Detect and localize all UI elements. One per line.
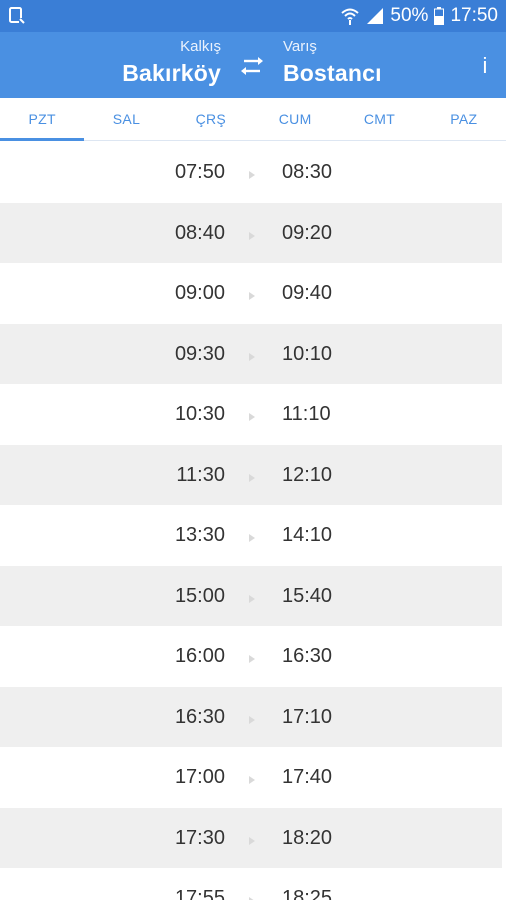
chevron-right-icon <box>248 349 256 361</box>
schedule-row[interactable]: 09:30 10:10 <box>0 323 506 384</box>
schedule-list: 07:50 08:30 08:40 09:20 09:00 09:40 09:30 10:10… <box>0 142 506 900</box>
schedule-row[interactable]: 07:50 08:30 <box>0 142 506 203</box>
chevron-right-icon <box>248 228 256 240</box>
info-button[interactable]: i <box>478 52 492 80</box>
schedule-row[interactable]: 16:30 17:10 <box>0 686 506 747</box>
tab-sal[interactable]: SAL <box>84 98 168 140</box>
chevron-right-icon <box>248 470 256 482</box>
chevron-right-icon <box>248 530 256 542</box>
chevron-right-icon <box>248 893 256 900</box>
battery-icon <box>434 7 445 25</box>
arrival-time: 14:10 <box>282 524 333 546</box>
departure-time: 17:30 <box>174 826 225 849</box>
schedule-row[interactable]: 17:55 18:25 <box>0 868 506 900</box>
departure-time: 16:30 <box>174 705 225 728</box>
arrival-time: 10:10 <box>282 342 333 365</box>
departure-time: 11:30 <box>176 463 225 486</box>
day-tabs: PZT SAL ÇRŞ CUM CMT PAZ <box>0 98 506 141</box>
arrival-time: 09:20 <box>282 221 333 244</box>
schedule-row[interactable]: 10:30 11:10 <box>0 384 506 445</box>
chevron-right-icon <box>248 591 256 603</box>
status-bar: 50% 17:50 <box>0 0 506 32</box>
scrollbar-track <box>502 142 506 900</box>
departure-station[interactable]: Kalkış Bakırköy <box>122 38 221 88</box>
tab-cum[interactable]: CUM <box>253 98 337 140</box>
departure-time: 17:55 <box>174 887 225 900</box>
departure-label: Kalkış <box>180 38 221 55</box>
departure-time: 07:50 <box>174 161 225 183</box>
arrival-time: 09:40 <box>282 282 333 304</box>
tab-paz[interactable]: PAZ <box>422 98 506 140</box>
chevron-right-icon <box>248 772 256 784</box>
arrival-time: 11:10 <box>282 403 331 425</box>
chevron-right-icon <box>248 833 256 845</box>
chevron-right-icon <box>248 288 256 300</box>
arrival-time: 18:25 <box>282 887 333 900</box>
schedule-row[interactable]: 17:30 18:20 <box>0 807 506 868</box>
tab-cmt[interactable]: CMT <box>337 98 421 140</box>
arrival-time: 15:40 <box>282 584 333 607</box>
chevron-right-icon <box>248 712 256 724</box>
clock-time: 17:50 <box>450 5 498 26</box>
signal-icon <box>366 7 384 25</box>
departure-time: 09:30 <box>174 342 225 365</box>
chevron-right-icon <box>248 167 256 179</box>
departure-time: 16:00 <box>174 645 225 667</box>
schedule-row[interactable]: 08:40 09:20 <box>0 202 506 263</box>
swap-direction-button[interactable] <box>238 52 266 80</box>
arrival-time: 18:20 <box>282 826 333 849</box>
route-header: Kalkış Bakırköy Varış Bostancı i <box>0 32 506 98</box>
schedule-row[interactable]: 17:00 17:40 <box>0 747 506 808</box>
arrival-label: Varış <box>283 38 317 55</box>
schedule-row[interactable]: 11:30 12:10 <box>0 444 506 505</box>
departure-time: 15:00 <box>174 584 225 607</box>
arrival-time: 12:10 <box>282 463 333 486</box>
tab-pzt[interactable]: PZT <box>0 98 85 141</box>
chevron-right-icon <box>248 409 256 421</box>
arrival-time: 17:10 <box>282 705 333 728</box>
departure-time: 09:00 <box>174 282 225 304</box>
arrival-station[interactable]: Varış Bostancı <box>283 38 382 88</box>
arrival-station-name: Bostancı <box>283 60 382 86</box>
arrival-time: 16:30 <box>282 645 333 667</box>
arrival-time: 08:30 <box>282 161 333 183</box>
schedule-row[interactable]: 16:00 16:30 <box>0 626 506 687</box>
battery-percent: 50% <box>390 5 429 26</box>
schedule-row[interactable]: 09:00 09:40 <box>0 263 506 324</box>
departure-time: 13:30 <box>174 524 225 546</box>
wifi-icon <box>340 6 360 26</box>
notification-icon <box>8 6 26 26</box>
schedule-row[interactable]: 15:00 15:40 <box>0 565 506 626</box>
departure-station-name: Bakırköy <box>122 60 221 86</box>
chevron-right-icon <box>248 651 256 663</box>
departure-time: 08:40 <box>174 221 225 244</box>
swap-arrows-icon <box>241 57 263 75</box>
arrival-time: 17:40 <box>282 766 333 788</box>
tab-crs[interactable]: ÇRŞ <box>169 98 253 140</box>
schedule-row[interactable]: 13:30 14:10 <box>0 505 506 566</box>
departure-time: 10:30 <box>174 403 225 425</box>
departure-time: 17:00 <box>174 766 225 788</box>
